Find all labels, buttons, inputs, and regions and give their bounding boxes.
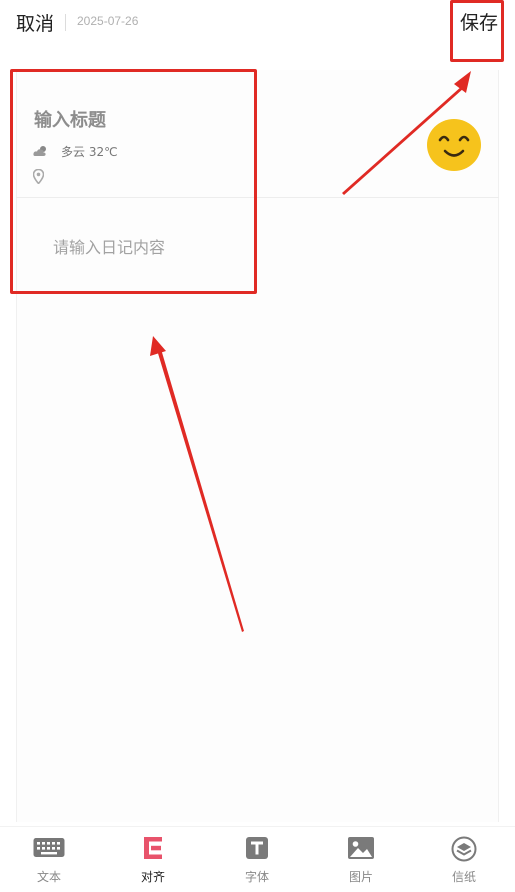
tool-image-label: 图片 <box>348 870 373 884</box>
highlight-box-editor <box>10 69 257 294</box>
tool-text-label: 文本 <box>36 870 61 884</box>
tool-image[interactable]: 图片 <box>331 836 391 886</box>
smile-emoji-icon[interactable] <box>426 118 482 172</box>
bottom-toolbar: 文本 对齐 字体 图片 信纸 <box>0 826 515 892</box>
tool-stationery-label: 信纸 <box>451 870 476 884</box>
tool-text[interactable]: 文本 <box>19 836 79 886</box>
header-divider <box>65 14 66 31</box>
tool-font[interactable]: 字体 <box>227 836 287 886</box>
image-icon <box>331 836 391 862</box>
tool-align-label: 对齐 <box>140 870 165 884</box>
keyboard-icon <box>19 836 79 862</box>
highlight-box-save <box>450 0 504 62</box>
entry-date[interactable]: 2025-07-26 <box>77 14 138 28</box>
tool-align[interactable]: 对齐 <box>123 836 183 886</box>
stationery-icon <box>434 836 494 862</box>
tool-font-label: 字体 <box>244 870 269 884</box>
align-icon <box>123 836 183 862</box>
font-icon <box>227 836 287 862</box>
tool-stationery[interactable]: 信纸 <box>434 836 494 886</box>
top-bar: 取消 2025-07-26 保存 <box>0 0 515 46</box>
cancel-button[interactable]: 取消 <box>16 9 54 36</box>
